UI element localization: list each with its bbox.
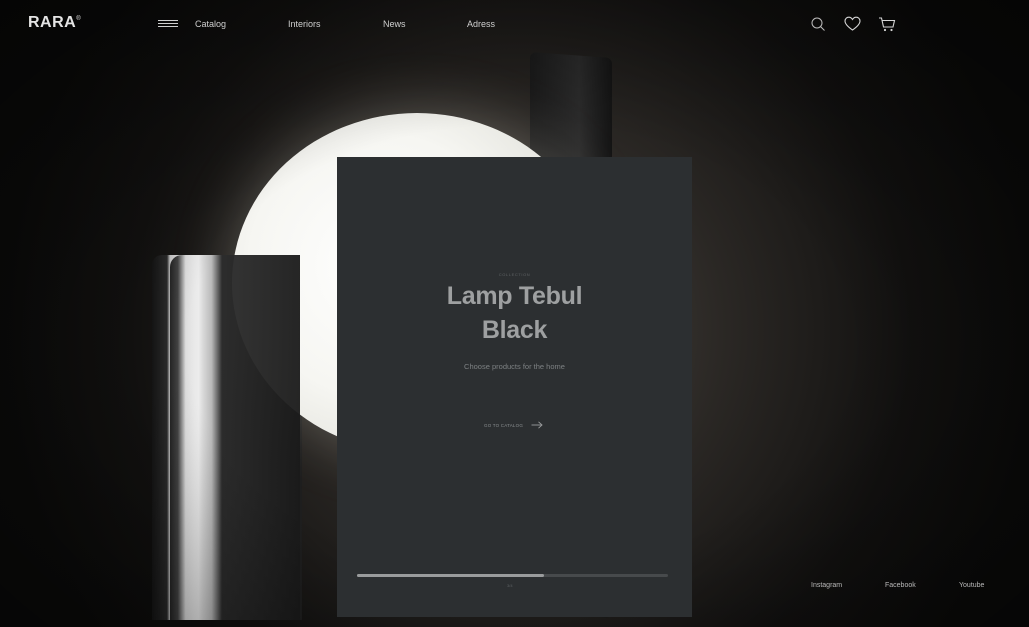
title-line-1: Lamp Tebul [446, 282, 583, 310]
cart-icon[interactable] [878, 16, 896, 34]
cta-label: GO TO CATALOG [484, 422, 524, 428]
nav-item-adress[interactable]: Adress [467, 19, 495, 29]
social-youtube[interactable]: Youtube [959, 582, 984, 589]
nav-item-news[interactable]: News [383, 19, 406, 29]
collection-subtitle: Choose products for the home [464, 362, 565, 371]
hamburger-icon[interactable] [158, 20, 178, 28]
collection-card: COLLECTION Lamp Tebul Black Choose produ… [337, 157, 692, 617]
nav-item-interiors[interactable]: Interiors [288, 19, 321, 29]
go-to-catalog-link[interactable]: GO TO CATALOG [484, 421, 543, 429]
social-facebook[interactable]: Facebook [885, 582, 916, 589]
heart-icon[interactable] [844, 16, 862, 34]
slide-counter: 3/4 [507, 583, 513, 588]
slide-progress-bar [357, 574, 668, 577]
social-instagram[interactable]: Instagram [811, 582, 842, 589]
brand-logo[interactable]: RARA® [28, 14, 81, 32]
collection-kicker: COLLECTION [498, 272, 531, 277]
nav-item-catalog[interactable]: Catalog [195, 19, 226, 29]
collection-title: Lamp Tebul Black [337, 279, 692, 347]
title-line-2: Black [481, 316, 548, 344]
registered-mark: ® [76, 16, 82, 22]
search-icon[interactable] [810, 16, 828, 34]
brand-name: RARA [28, 14, 77, 31]
arrow-right-icon [531, 421, 543, 429]
slide-progress-fill [357, 574, 544, 577]
